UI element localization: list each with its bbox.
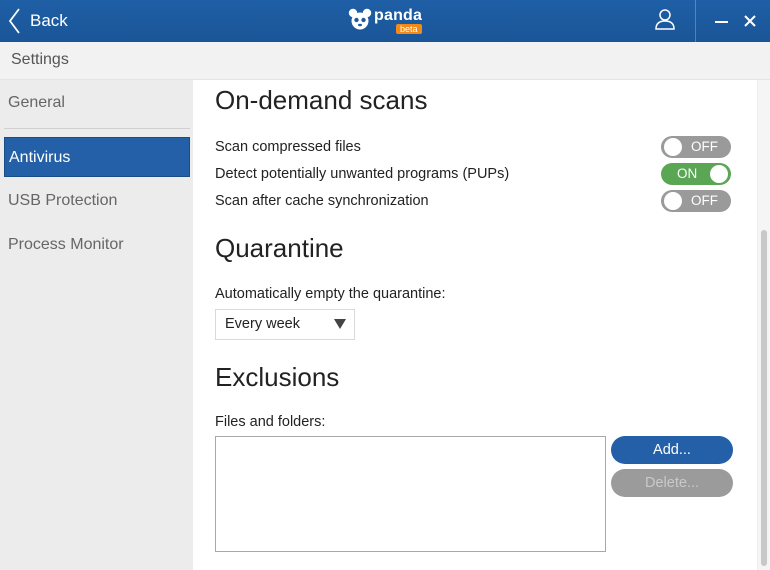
auto-empty-quarantine-label: Automatically empty the quarantine: [215, 286, 446, 302]
toggle-state: OFF [691, 139, 718, 154]
minimize-icon [715, 21, 728, 23]
detect-pups-label: Detect potentially unwanted programs (PU… [215, 166, 510, 182]
page-header: Settings [0, 42, 770, 80]
panda-logo: panda beta [348, 7, 428, 35]
titlebar-divider [695, 0, 696, 42]
account-button[interactable] [648, 6, 682, 36]
exclusions-heading: Exclusions [215, 362, 340, 392]
select-value: Every week [225, 316, 300, 332]
sidebar-item-general[interactable]: General [4, 83, 190, 123]
toggle-knob [664, 138, 682, 156]
scan-after-cache-label: Scan after cache synchronization [215, 193, 429, 209]
scrollbar-thumb[interactable] [761, 230, 767, 566]
detect-pups-toggle[interactable]: ON [661, 163, 731, 185]
back-button[interactable]: Back [8, 6, 68, 36]
scan-after-cache-toggle[interactable]: OFF [661, 190, 731, 212]
sidebar-item-process-monitor[interactable]: Process Monitor [4, 225, 190, 265]
add-exclusion-button[interactable]: Add... [611, 436, 733, 464]
toggle-knob [710, 165, 728, 183]
close-icon [744, 11, 756, 31]
vertical-scrollbar[interactable] [757, 80, 770, 570]
settings-content: On-demand scans Scan compressed files OF… [193, 80, 757, 570]
toggle-knob [664, 192, 682, 210]
chevron-left-icon [8, 8, 20, 34]
user-icon [654, 8, 676, 35]
panda-face-icon [348, 8, 372, 35]
back-label: Back [30, 11, 68, 30]
delete-exclusion-button: Delete... [611, 469, 733, 497]
title-bar: Back panda beta [0, 0, 770, 42]
dropdown-arrow-icon [334, 319, 346, 329]
toggle-state: OFF [691, 193, 718, 208]
brand-name: panda [374, 7, 423, 24]
scan-compressed-toggle[interactable]: OFF [661, 136, 731, 158]
sidebar-divider [4, 128, 190, 129]
page-title: Settings [11, 51, 69, 68]
sidebar-item-antivirus[interactable]: Antivirus [4, 137, 190, 177]
exclusions-list[interactable] [215, 436, 606, 552]
on-demand-scans-heading: On-demand scans [215, 85, 428, 115]
scan-compressed-label: Scan compressed files [215, 139, 361, 155]
close-button[interactable] [738, 6, 762, 36]
toggle-state: ON [677, 166, 698, 181]
sidebar: General Antivirus USB Protection Process… [0, 80, 193, 570]
quarantine-frequency-select[interactable]: Every week [215, 309, 355, 340]
minimize-button[interactable] [710, 8, 734, 34]
beta-badge: beta [396, 24, 422, 34]
sidebar-item-usb-protection[interactable]: USB Protection [4, 181, 190, 221]
quarantine-heading: Quarantine [215, 233, 344, 263]
files-folders-label: Files and folders: [215, 414, 326, 430]
